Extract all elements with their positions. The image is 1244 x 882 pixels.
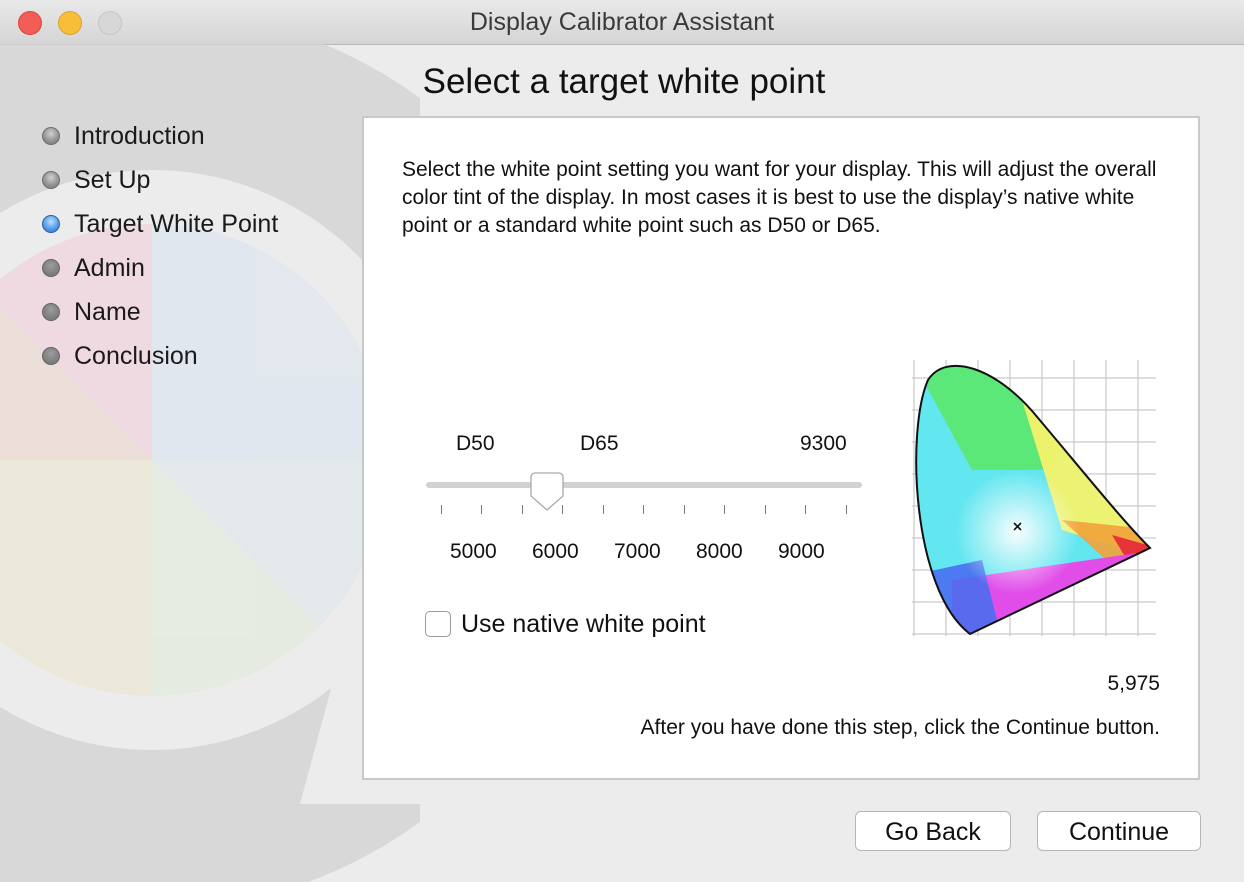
go-back-button[interactable]: Go Back (855, 811, 1011, 851)
step-bullet-icon (42, 347, 60, 365)
slider-tick (724, 505, 725, 514)
native-white-point-label[interactable]: Use native white point (461, 610, 706, 639)
slider-tick (441, 505, 442, 514)
white-point-slider-track[interactable] (426, 482, 862, 488)
slider-tick (846, 505, 847, 514)
native-white-point-checkbox[interactable] (425, 611, 451, 637)
calibrator-window: Display Calibrator Assistant Select a ta… (0, 0, 1244, 882)
step-label: Admin (74, 254, 145, 282)
white-point-slider-thumb[interactable] (530, 472, 564, 512)
step-bullet-icon (42, 259, 60, 277)
current-step-bullet-icon (42, 215, 60, 233)
step-bullet-icon (42, 303, 60, 321)
slider-tick (603, 505, 604, 514)
step-label: Target White Point (74, 210, 279, 238)
slider-tick (481, 505, 482, 514)
slider-label-d65: D65 (580, 432, 619, 455)
title-bar[interactable]: Display Calibrator Assistant (0, 0, 1244, 45)
step-name: Name (42, 296, 342, 326)
temperature-readout: 5,975 (1107, 672, 1160, 695)
slider-tick (765, 505, 766, 514)
step-bullet-icon (42, 127, 60, 145)
slider-tick (522, 505, 523, 514)
slider-label-9300: 9300 (800, 432, 847, 455)
slider-tick-label-5000: 5000 (450, 540, 497, 563)
step-target-white-point: Target White Point (42, 208, 342, 238)
cie-chromaticity-diagram (912, 360, 1156, 636)
step-conclusion: Conclusion (42, 340, 342, 370)
slider-label-d50: D50 (456, 432, 495, 455)
step-introduction: Introduction (42, 120, 342, 150)
slider-tick-label-6000: 6000 (532, 540, 579, 563)
step-admin: Admin (42, 252, 342, 282)
slider-tick-label-7000: 7000 (614, 540, 661, 563)
page-title: Select a target white point (422, 62, 826, 101)
slider-tick (643, 505, 644, 514)
step-label: Conclusion (74, 342, 198, 370)
step-label: Introduction (74, 122, 205, 150)
instruction-text: After you have done this step, click the… (640, 716, 1160, 739)
window-title: Display Calibrator Assistant (469, 8, 775, 36)
continue-button[interactable]: Continue (1037, 811, 1201, 851)
step-bullet-icon (42, 171, 60, 189)
slider-tick-label-8000: 8000 (696, 540, 743, 563)
step-set-up: Set Up (42, 164, 342, 194)
step-label: Name (74, 298, 141, 326)
step-label: Set Up (74, 166, 151, 194)
slider-tick-label-9000: 9000 (778, 540, 825, 563)
description-text: Select the white point setting you want … (402, 158, 1157, 237)
slider-tick (684, 505, 685, 514)
slider-tick (805, 505, 806, 514)
slider-tick (562, 505, 563, 514)
